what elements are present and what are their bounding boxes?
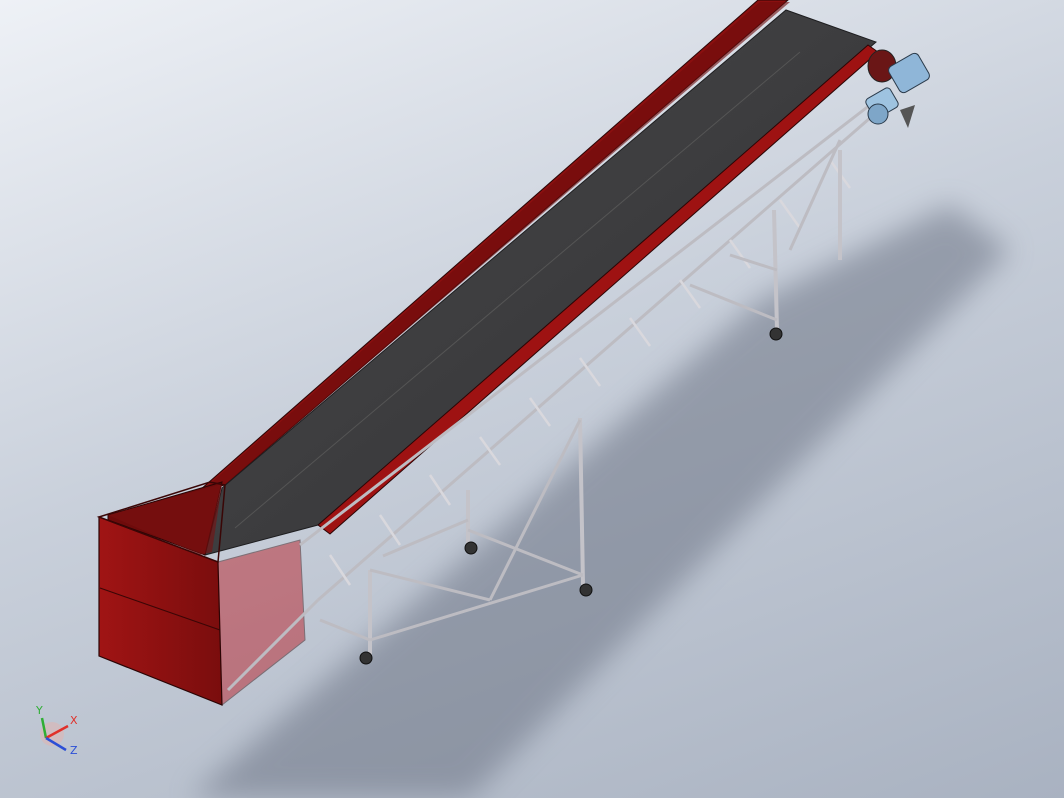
z-axis-label: Z — [70, 744, 78, 757]
hopper-side-face — [217, 539, 306, 707]
axis-triad: Y X Z — [28, 704, 88, 764]
y-axis-label: Y — [36, 704, 43, 717]
cad-viewport[interactable]: Y X Z — [0, 0, 1064, 798]
conveyor-model[interactable] — [0, 0, 1064, 798]
drive-motor — [865, 49, 930, 128]
x-axis-label: X — [70, 714, 78, 727]
